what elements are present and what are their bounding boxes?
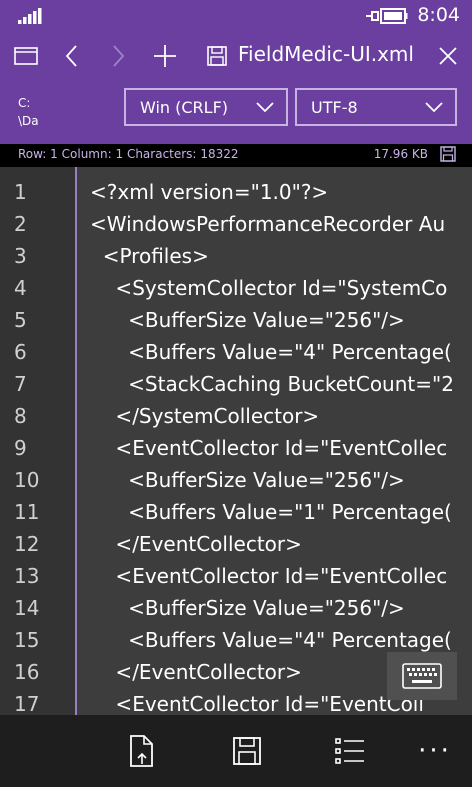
line-number: 6 (14, 340, 27, 364)
save-status-icon (440, 146, 456, 162)
line-text[interactable]: <WindowsPerformanceRecorder Au (90, 208, 445, 240)
line-text[interactable]: <?xml version="1.0"?> (90, 176, 328, 208)
column-label: Column: (61, 147, 112, 161)
code-line[interactable]: 5 <BufferSize Value="256"/> (0, 304, 472, 336)
forward-arrow-icon (113, 45, 125, 67)
path-line-2: \Da (18, 114, 39, 128)
line-text[interactable]: <BufferSize Value="256"/> (90, 592, 405, 624)
line-number: 1 (14, 180, 27, 204)
encoding-value: UTF-8 (311, 97, 358, 117)
tab-filename[interactable]: FieldMedic-UI.xml (238, 42, 414, 66)
battery-charging-icon (366, 8, 408, 24)
window-button[interactable] (4, 34, 48, 78)
row-value: 1 (50, 147, 58, 161)
line-number: 4 (14, 276, 27, 300)
line-text[interactable]: <Buffers Value="1" Percentage( (90, 496, 452, 528)
code-line[interactable]: 13 <EventCollector Id="EventCollec (0, 560, 472, 592)
add-tab-button[interactable] (142, 34, 188, 78)
line-number: 7 (14, 372, 27, 396)
cursor-info: Row: 1 Column: 1 Characters: 18322 (18, 147, 239, 161)
code-line[interactable]: 6 <Buffers Value="4" Percentage( (0, 336, 472, 368)
tab-bar: FieldMedic-UI.xml (0, 34, 472, 78)
open-file-button[interactable] (117, 729, 167, 773)
keyboard-button[interactable] (387, 652, 457, 700)
close-icon (439, 47, 457, 65)
line-number: 17 (14, 692, 40, 715)
line-number: 13 (14, 564, 40, 588)
line-ending-dropdown[interactable]: Win (CRLF) (124, 88, 288, 126)
line-text[interactable]: </EventCollector> (90, 656, 301, 688)
signal-icon (18, 8, 42, 24)
info-bar: Row: 1 Column: 1 Characters: 18322 17.96… (0, 144, 472, 165)
code-line[interactable]: 8 </SystemCollector> (0, 400, 472, 432)
line-text[interactable]: <BufferSize Value="256"/> (90, 304, 405, 336)
file-tab-icon-wrap[interactable] (200, 34, 234, 78)
window-icon (14, 47, 38, 65)
code-line[interactable]: 3 <Profiles> (0, 240, 472, 272)
line-number: 16 (14, 660, 40, 684)
code-line[interactable]: 9 <EventCollector Id="EventCollec (0, 432, 472, 464)
line-number: 5 (14, 308, 27, 332)
line-ending-value: Win (CRLF) (140, 97, 229, 117)
file-settings-bar: C: \Da Win (CRLF) UTF-8 (0, 78, 472, 144)
chevron-down-icon (256, 102, 274, 113)
chevron-down-icon (425, 102, 443, 113)
save-icon (233, 737, 261, 765)
encoding-dropdown[interactable]: UTF-8 (295, 88, 457, 126)
keyboard-icon (402, 663, 442, 689)
line-number: 12 (14, 532, 40, 556)
line-number: 11 (14, 500, 40, 524)
line-text[interactable]: <StackCaching BucketCount="2 (90, 368, 454, 400)
line-text[interactable]: <Buffers Value="4" Percentage( (90, 336, 452, 368)
line-text[interactable]: <Profiles> (90, 240, 209, 272)
code-line[interactable]: 11 <Buffers Value="1" Percentage( (0, 496, 472, 528)
app-bar: ··· (0, 715, 472, 787)
line-text[interactable]: </SystemCollector> (90, 400, 319, 432)
file-size: 17.96 KB (373, 147, 428, 161)
line-number: 8 (14, 404, 27, 428)
line-number: 2 (14, 212, 27, 236)
code-line[interactable]: 10 <BufferSize Value="256"/> (0, 464, 472, 496)
line-text[interactable]: <EventCollector Id="EventCollec (90, 560, 447, 592)
row-label: Row: (18, 147, 47, 161)
code-line[interactable]: 12 </EventCollector> (0, 528, 472, 560)
line-text[interactable]: <EventCollector Id="EventColl (90, 688, 424, 715)
list-button[interactable] (325, 729, 375, 773)
line-number: 14 (14, 596, 40, 620)
save-icon (207, 46, 227, 66)
code-line[interactable]: 7 <StackCaching BucketCount="2 (0, 368, 472, 400)
code-editor[interactable]: 1 <?xml version="1.0"?> 2 <WindowsPerforman… (0, 167, 472, 715)
line-text[interactable]: </EventCollector> (90, 528, 301, 560)
code-line[interactable]: 2 <WindowsPerformanceRecorder Au (0, 208, 472, 240)
column-value: 1 (115, 147, 124, 161)
path-line-1: C: (18, 96, 31, 110)
file-path[interactable]: C: \Da (18, 94, 39, 130)
save-button[interactable] (222, 729, 272, 773)
characters-label: Characters: (126, 147, 197, 161)
line-text[interactable]: <SystemCollector Id="SystemCo (90, 272, 447, 304)
line-number: 10 (14, 468, 40, 492)
characters-value: 18322 (200, 147, 239, 161)
line-number: 9 (14, 436, 27, 460)
back-arrow-icon (65, 45, 77, 67)
line-number: 15 (14, 628, 40, 652)
code-line[interactable]: 14 <BufferSize Value="256"/> (0, 592, 472, 624)
more-button[interactable]: ··· (410, 729, 460, 773)
status-bar: 8:04 (0, 0, 472, 34)
line-text[interactable]: <BufferSize Value="256"/> (90, 464, 405, 496)
back-button[interactable] (50, 34, 94, 78)
clock: 8:04 (417, 4, 460, 26)
open-file-icon (130, 735, 153, 767)
code-line[interactable]: 4 <SystemCollector Id="SystemCo (0, 272, 472, 304)
close-tab-button[interactable] (428, 34, 468, 78)
forward-button[interactable] (96, 34, 140, 78)
line-text[interactable]: <EventCollector Id="EventCollec (90, 432, 447, 464)
plus-icon (154, 45, 176, 67)
line-number: 3 (14, 244, 27, 268)
code-line[interactable]: 1 <?xml version="1.0"?> (0, 176, 472, 208)
list-icon (335, 738, 364, 764)
